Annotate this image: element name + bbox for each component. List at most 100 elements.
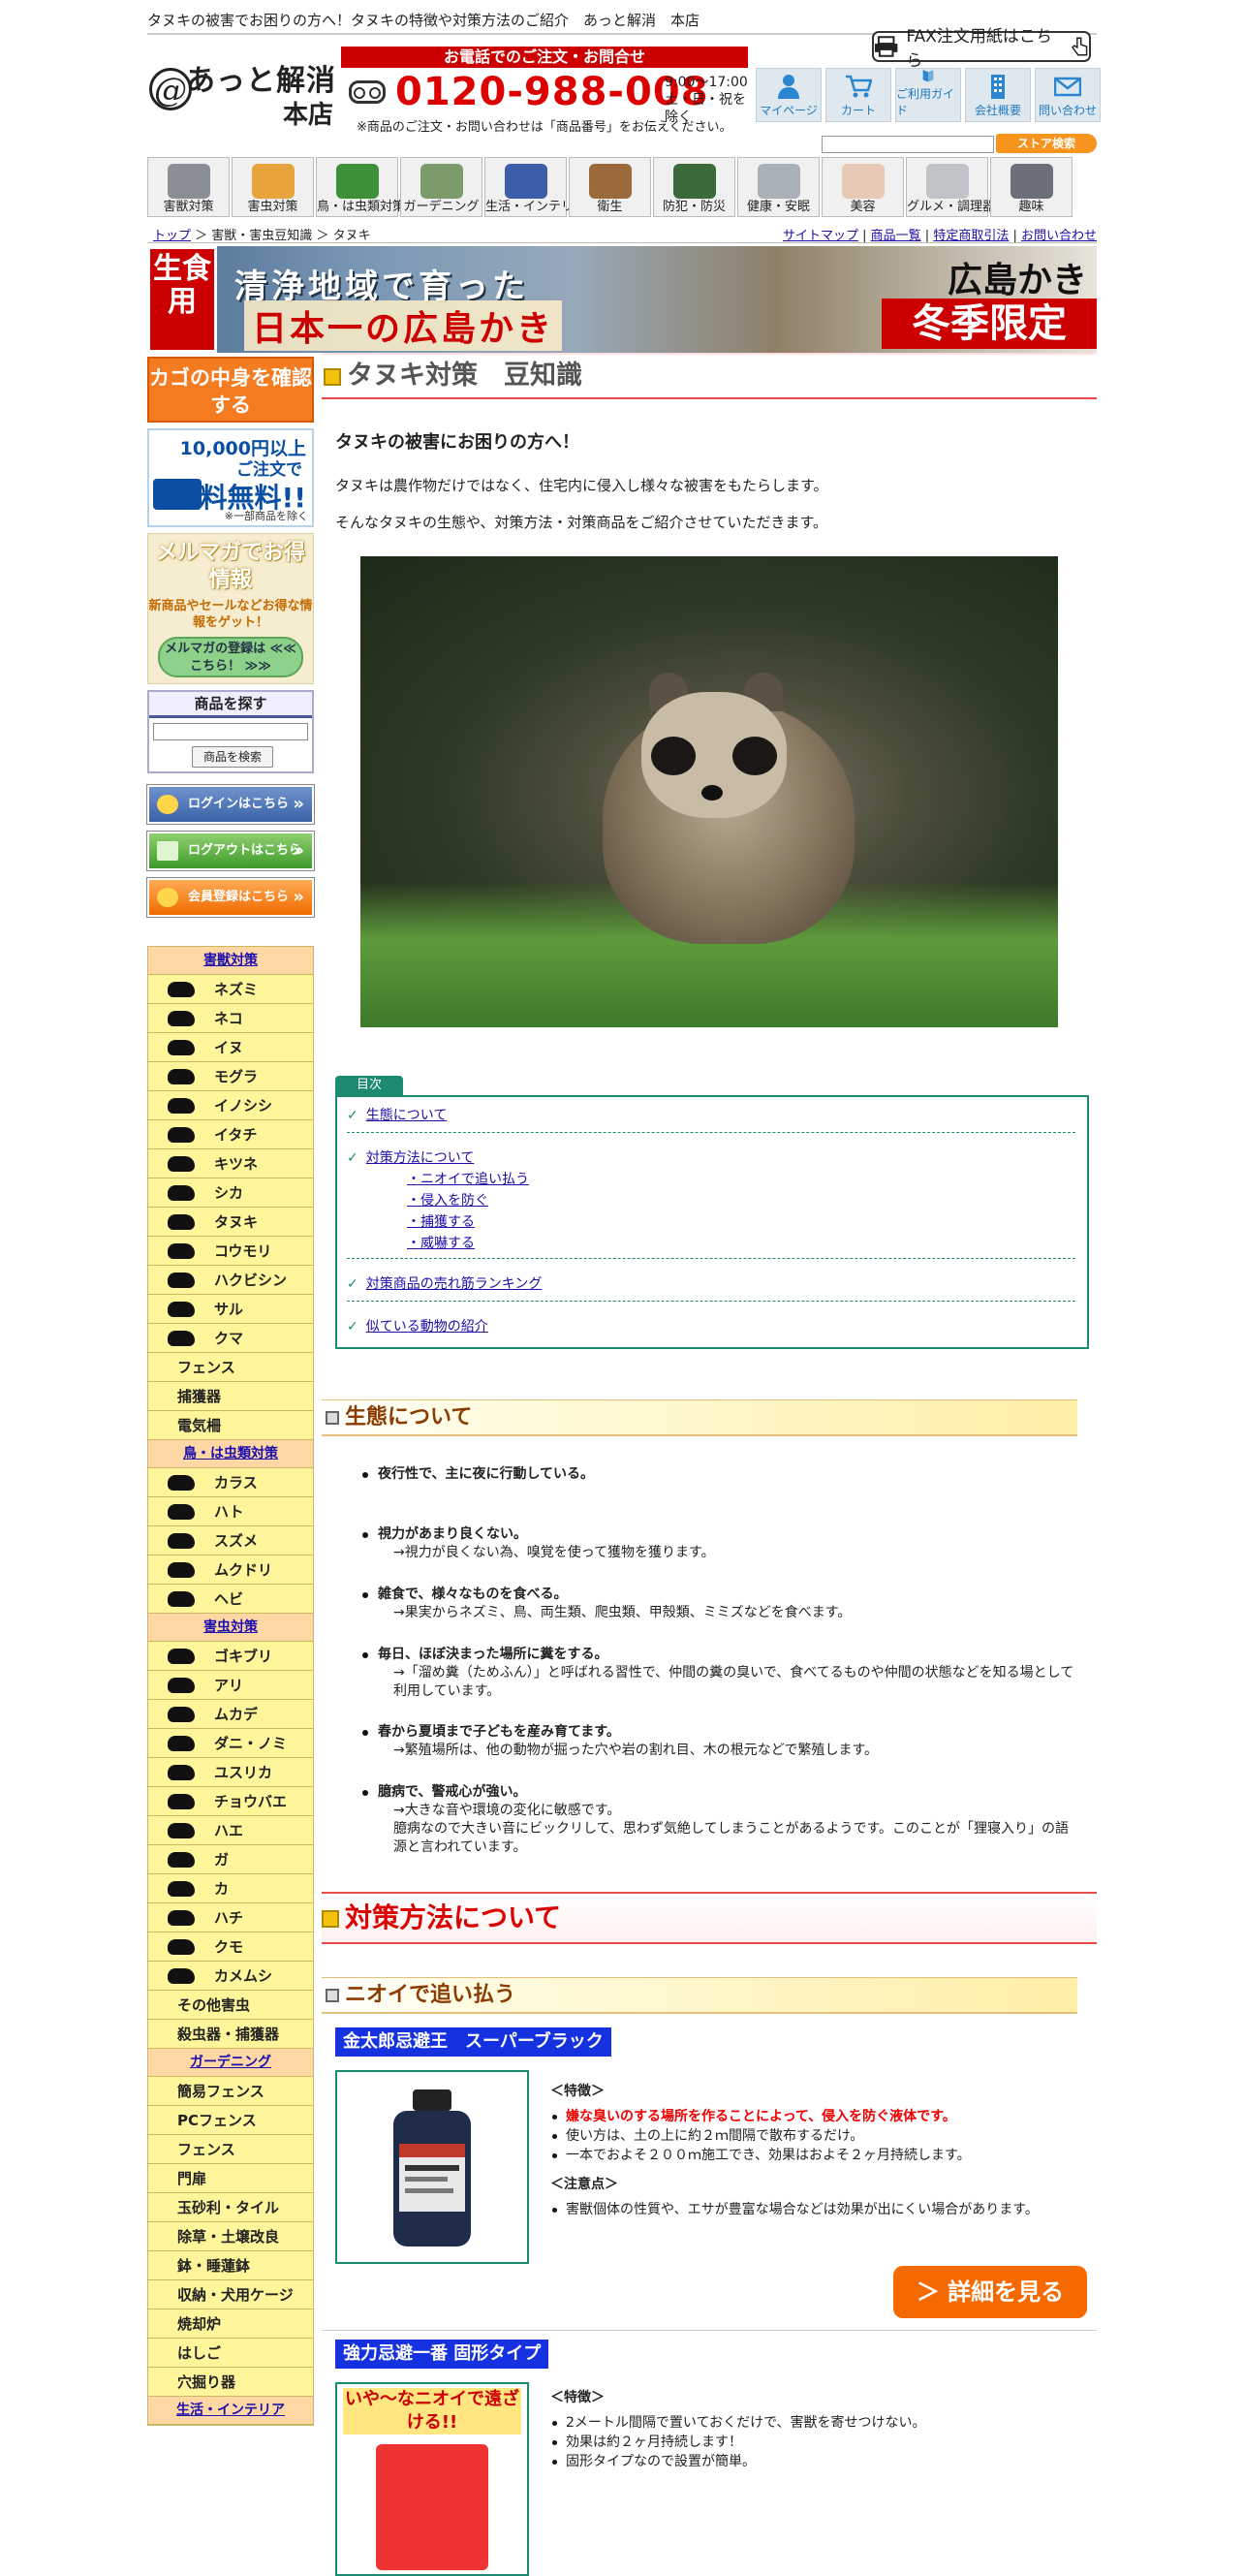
sidebar-item[interactable]: クマ bbox=[148, 1324, 313, 1353]
sidebar-item[interactable]: ゴキブリ bbox=[148, 1642, 313, 1671]
logout-button[interactable]: ログアウトはこちら bbox=[146, 831, 315, 871]
link-tokutei[interactable]: 特定商取引法 bbox=[933, 229, 1009, 243]
sidebar-item[interactable]: チョウバエ bbox=[148, 1787, 313, 1816]
sidebar-item[interactable]: 穴掘り器 bbox=[148, 2368, 313, 2397]
sidebar-item[interactable]: シカ bbox=[148, 1178, 313, 1208]
nav-company[interactable]: 会社概要 bbox=[965, 68, 1031, 122]
nav-guide[interactable]: ご利用ガイド bbox=[895, 68, 961, 122]
sidebar-group-link[interactable]: 生活・インテリア bbox=[176, 2403, 285, 2418]
link-product-list[interactable]: 商品一覧 bbox=[871, 229, 921, 243]
breadcrumb-top[interactable]: トップ bbox=[153, 229, 191, 243]
sidebar-item[interactable]: アリ bbox=[148, 1671, 313, 1700]
sidebar-item[interactable]: 玉砂利・タイル bbox=[148, 2193, 313, 2222]
toc-link-capture[interactable]: ・捕獲する bbox=[407, 1214, 475, 1230]
nav-cart[interactable]: カート bbox=[825, 68, 891, 122]
sidebar-item[interactable]: イヌ bbox=[148, 1033, 313, 1062]
category-beauty[interactable]: 美容 bbox=[822, 157, 904, 217]
category-birds-reptiles[interactable]: 鳥・は虫類対策 bbox=[316, 157, 405, 217]
store-search-input[interactable] bbox=[822, 136, 994, 153]
sidebar-item[interactable]: はしご bbox=[148, 2339, 313, 2368]
sidebar-item[interactable]: イタチ bbox=[148, 1120, 313, 1149]
sidebar-item[interactable]: フェンス bbox=[148, 2135, 313, 2164]
sidebar-item[interactable]: ハクビシン bbox=[148, 1266, 313, 1295]
nav-mypage[interactable]: マイページ bbox=[756, 68, 822, 122]
category-gardening[interactable]: ガーデニング bbox=[400, 157, 482, 217]
sidebar-item[interactable]: ムクドリ bbox=[148, 1555, 313, 1585]
sidebar-item[interactable]: モグラ bbox=[148, 1062, 313, 1091]
view-cart-button[interactable]: カゴの中身を確認する bbox=[147, 357, 314, 423]
category-health-sleep[interactable]: 健康・安眠 bbox=[737, 157, 820, 217]
link-sitemap[interactable]: サイトマップ bbox=[783, 229, 858, 243]
sidebar-item[interactable]: ヘビ bbox=[148, 1585, 313, 1614]
sidebar-group-link[interactable]: ガーデニング bbox=[190, 2055, 271, 2070]
sidebar-item[interactable]: その他害虫 bbox=[148, 1991, 313, 2020]
product-search-button[interactable]: 商品を検索 bbox=[192, 746, 273, 768]
toc-link-intimidate[interactable]: ・威嚇する bbox=[407, 1236, 475, 1251]
toc-link-similar[interactable]: 似ている動物の紹介 bbox=[366, 1319, 488, 1335]
sidebar-item[interactable]: クモ bbox=[148, 1932, 313, 1962]
sidebar-item[interactable]: 鉢・睡蓮鉢 bbox=[148, 2251, 313, 2280]
sidebar-item[interactable]: ハト bbox=[148, 1497, 313, 1526]
sidebar-item[interactable]: イノシシ bbox=[148, 1091, 313, 1120]
sidebar-item[interactable]: 電気柵 bbox=[148, 1411, 313, 1440]
category-hobby[interactable]: 趣味 bbox=[990, 157, 1073, 217]
toc-link-methods[interactable]: 対策方法について bbox=[366, 1150, 475, 1166]
category-pest-insects[interactable]: 害虫対策 bbox=[232, 157, 314, 217]
sidebar-item[interactable]: タヌキ bbox=[148, 1208, 313, 1237]
toc-link-prevent[interactable]: ・侵入を防ぐ bbox=[407, 1193, 488, 1209]
sidebar-item[interactable]: ムカデ bbox=[148, 1700, 313, 1729]
sidebar-item[interactable]: スズメ bbox=[148, 1526, 313, 1555]
register-button[interactable]: 会員登録はこちら bbox=[146, 877, 315, 918]
sidebar-item[interactable]: 収納・犬用ケージ bbox=[148, 2280, 313, 2309]
toc-link-ecology[interactable]: 生態について bbox=[366, 1108, 448, 1123]
sidebar-item[interactable]: ガ bbox=[148, 1845, 313, 1874]
sidebar-item[interactable]: コウモリ bbox=[148, 1237, 313, 1266]
sidebar-item[interactable]: ネズミ bbox=[148, 975, 313, 1004]
nav-contact[interactable]: 問い合わせ bbox=[1035, 68, 1101, 122]
category-hygiene[interactable]: 衛生 bbox=[569, 157, 651, 217]
link-inquiry[interactable]: お問い合わせ bbox=[1021, 229, 1097, 243]
login-button[interactable]: ログインはこちら bbox=[146, 784, 315, 825]
sidebar-item[interactable]: 除草・土壌改良 bbox=[148, 2222, 313, 2251]
oyster-promo-banner[interactable]: 生食用 清浄地域で育った 日本一の広島かき 広島かき 冬季限定 bbox=[147, 246, 1097, 353]
product-name[interactable]: 強力忌避一番 固形タイプ bbox=[335, 2340, 549, 2369]
store-logo[interactable]: @ あっと解消 本店 bbox=[147, 50, 341, 130]
product-image-solid-repellent[interactable]: いや〜なニオイで遠ざける!! bbox=[335, 2382, 529, 2576]
phone-number[interactable]: 0120-988-008 bbox=[349, 70, 709, 114]
fax-order-button[interactable]: FAX注文用紙はこちら bbox=[872, 27, 1091, 71]
sidebar-item[interactable]: PCフェンス bbox=[148, 2106, 313, 2135]
category-pest-animals[interactable]: 害獣対策 bbox=[147, 157, 230, 217]
sidebar-group-link[interactable]: 鳥・は虫類対策 bbox=[183, 1446, 278, 1461]
sidebar-item[interactable]: 門扉 bbox=[148, 2164, 313, 2193]
product-image-super-black[interactable] bbox=[335, 2070, 529, 2264]
sidebar-item[interactable]: 簡易フェンス bbox=[148, 2077, 313, 2106]
category-security[interactable]: 防犯・防災 bbox=[653, 157, 735, 217]
toc-link-smell[interactable]: ・ニオイで追い払う bbox=[407, 1172, 529, 1187]
sidebar-group-link[interactable]: 害虫対策 bbox=[203, 1619, 258, 1635]
sidebar-item[interactable]: 焼却炉 bbox=[148, 2309, 313, 2339]
sidebar-item[interactable]: 捕獲器 bbox=[148, 1382, 313, 1411]
sidebar-item[interactable]: 殺虫器・捕獲器 bbox=[148, 2020, 313, 2049]
sidebar-item[interactable]: キツネ bbox=[148, 1149, 313, 1178]
newsletter-signup-button[interactable]: メルマガの登録は ≪≪ こちら！ ≫≫ bbox=[158, 637, 303, 677]
product-name[interactable]: 金太郎忌避王 スーパーブラック bbox=[335, 2027, 611, 2057]
store-search-button[interactable]: ストア検索 bbox=[996, 134, 1097, 153]
sidebar-group-link[interactable]: 害獣対策 bbox=[203, 953, 258, 968]
sidebar-item[interactable]: カメムシ bbox=[148, 1962, 313, 1991]
free-shipping-banner[interactable]: 10,000円以上 ご注文で 送料無料!! ※一部商品を除く bbox=[147, 428, 314, 527]
sidebar-item[interactable]: ネコ bbox=[148, 1004, 313, 1033]
product-search-input[interactable] bbox=[153, 723, 308, 740]
view-details-button[interactable]: ＞ 詳細を見る bbox=[893, 2266, 1087, 2318]
sidebar-item[interactable]: ダニ・ノミ bbox=[148, 1729, 313, 1758]
sidebar-item[interactable]: ハエ bbox=[148, 1816, 313, 1845]
category-living-interior[interactable]: 生活・インテリア bbox=[484, 157, 586, 217]
sidebar-item[interactable]: ユスリカ bbox=[148, 1758, 313, 1787]
sidebar-item[interactable]: ハチ bbox=[148, 1903, 313, 1932]
toc-link-ranking[interactable]: 対策商品の売れ筋ランキング bbox=[366, 1276, 543, 1292]
sidebar-item[interactable]: カラス bbox=[148, 1468, 313, 1497]
fence-icon bbox=[420, 164, 463, 199]
sidebar-item[interactable]: カ bbox=[148, 1874, 313, 1903]
category-gourmet[interactable]: グルメ・調理器具 bbox=[906, 157, 1008, 217]
sidebar-item[interactable]: サル bbox=[148, 1295, 313, 1324]
sidebar-item[interactable]: フェンス bbox=[148, 1353, 313, 1382]
